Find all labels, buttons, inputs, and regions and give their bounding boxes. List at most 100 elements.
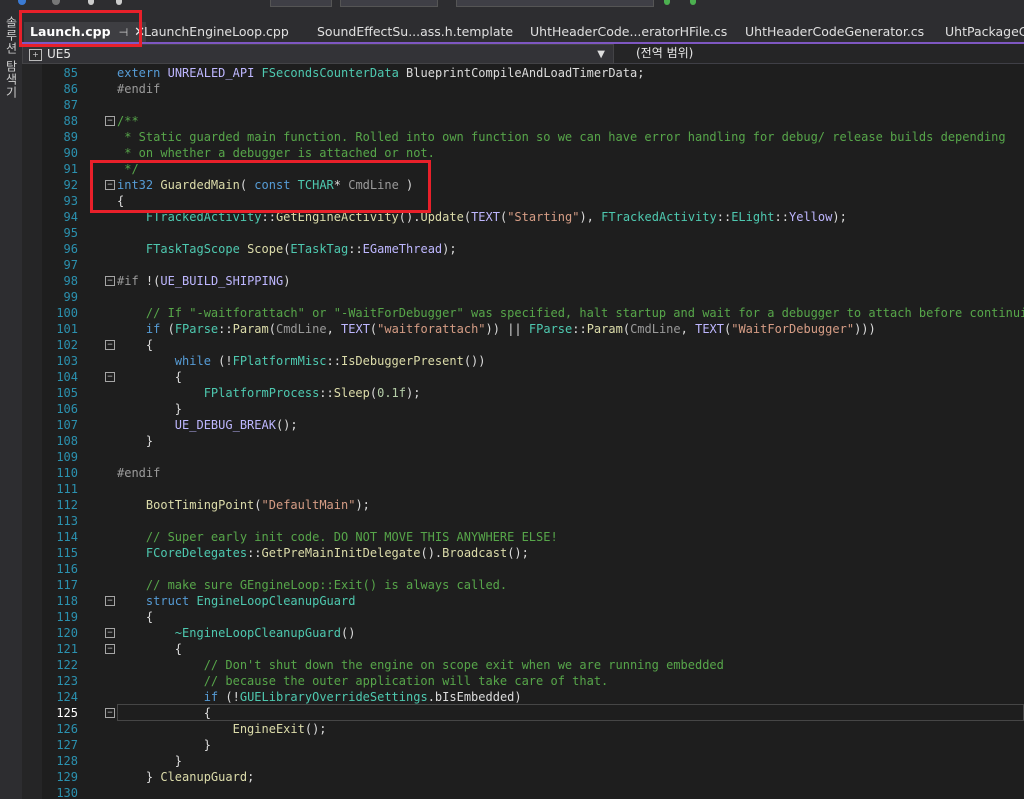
line-code: // Super early init code. DO NOT MOVE TH…	[117, 530, 558, 544]
tab-launchengineloop-cpp[interactable]: LaunchEngineLoop.cpp	[138, 22, 304, 42]
line-number: 124	[56, 690, 78, 704]
back-icon[interactable]	[18, 0, 26, 5]
line-code: FTaskTagScope Scope(ETaskTag::EGameThrea…	[145, 242, 457, 256]
line-number: 107	[56, 418, 78, 432]
code-line[interactable]: 101 if (FParse::Param(CmdLine, TEXT("wai…	[22, 321, 1024, 337]
code-line[interactable]: 97	[22, 257, 1024, 273]
collapse-icon[interactable]: −	[105, 596, 115, 606]
code-line[interactable]: 120 − ~EngineLoopCleanupGuard()	[22, 625, 1024, 641]
collapse-icon[interactable]: −	[105, 116, 115, 126]
line-code: } CleanupGuard;	[117, 770, 255, 784]
tab-label: UhtHeaderCode...eratorHFile.cs	[530, 24, 728, 39]
tab-uhtheadercode-hfile[interactable]: UhtHeaderCode...eratorHFile.cs	[524, 22, 735, 42]
forward-icon[interactable]	[52, 0, 60, 5]
solution-explorer-side-tab[interactable]: 솔루션 탐색기	[0, 8, 23, 799]
code-line[interactable]: 104 − {	[22, 369, 1024, 385]
collapse-icon[interactable]: −	[105, 340, 115, 350]
code-line[interactable]: 112 BootTimingPoint("DefaultMain");	[22, 497, 1024, 513]
line-number: 120	[56, 626, 78, 640]
line-number: 99	[63, 290, 78, 304]
line-code: {	[117, 642, 183, 656]
code-line[interactable]: 99	[22, 289, 1024, 305]
code-line[interactable]: 122 // Don't shut down the engine on sco…	[22, 657, 1024, 673]
code-line[interactable]: 100 // If "-waitforattach" or "-WaitForD…	[22, 305, 1024, 321]
line-code: BootTimingPoint("DefaultMain");	[145, 498, 370, 512]
line-number: 93	[63, 194, 78, 208]
code-line[interactable]: 121 − {	[22, 641, 1024, 657]
collapse-icon[interactable]: −	[105, 276, 115, 286]
code-line[interactable]: 127 }	[22, 737, 1024, 753]
line-number: 128	[56, 754, 78, 768]
tab-soundeffect-template[interactable]: SoundEffectSu...ass.h.template	[311, 22, 522, 42]
tab-uhtheadercodegenerator[interactable]: UhtHeaderCodeGenerator.cs	[739, 22, 935, 42]
line-number: 121	[56, 642, 78, 656]
document-tab-bar: Launch.cpp ⊣ ✕ LaunchEngineLoop.cpp SoundE…	[22, 8, 1024, 44]
line-number: 114	[56, 530, 78, 544]
collapse-icon[interactable]: −	[105, 372, 115, 382]
code-line[interactable]: 113	[22, 513, 1024, 529]
code-line[interactable]: 129 } CleanupGuard;	[22, 769, 1024, 785]
toolbar	[0, 0, 1024, 8]
line-number: 88	[63, 114, 78, 128]
scope-dropdown[interactable]: (전역 범위)	[622, 44, 1024, 62]
code-line[interactable]: 130	[22, 785, 1024, 799]
code-line[interactable]: 88 −/**	[22, 113, 1024, 129]
code-line[interactable]: 87	[22, 97, 1024, 113]
line-number: 105	[56, 386, 78, 400]
code-line[interactable]: 85 extern UNREALED_API FSecondsCounterDat…	[22, 65, 1024, 81]
code-line[interactable]: 119 {	[22, 609, 1024, 625]
solution-config-dropdown[interactable]	[270, 0, 332, 7]
code-line[interactable]: 123 // because the outer application wil…	[22, 673, 1024, 689]
solution-platform-dropdown[interactable]	[340, 0, 438, 7]
code-line[interactable]: 124 if (!GUELibraryOverrideSettings.bIsE…	[22, 689, 1024, 705]
code-line[interactable]: 95	[22, 225, 1024, 241]
save-icon[interactable]	[88, 0, 94, 5]
line-number: 89	[63, 130, 78, 144]
code-line[interactable]: 110 #endif	[22, 465, 1024, 481]
collapse-icon[interactable]: −	[105, 628, 115, 638]
code-line[interactable]: 118 − struct EngineLoopCleanupGuard	[22, 593, 1024, 609]
code-line[interactable]: 126 EngineExit();	[22, 721, 1024, 737]
line-number: 87	[63, 98, 78, 112]
undo-icon[interactable]	[116, 0, 122, 5]
line-number: 91	[63, 162, 78, 176]
tab-label: UhtPackageCo	[945, 24, 1024, 39]
startup-project-dropdown[interactable]	[456, 0, 654, 7]
code-line[interactable]: 111	[22, 481, 1024, 497]
start-debug-icon[interactable]	[664, 0, 670, 5]
line-code: if (!GUELibraryOverrideSettings.bIsEmbed…	[203, 690, 522, 704]
tab-uhtpackagecode[interactable]: UhtPackageCo	[939, 22, 1024, 42]
line-code: }	[117, 402, 183, 416]
code-line[interactable]: 90 * on whether a debugger is attached o…	[22, 145, 1024, 161]
start-without-debug-icon[interactable]	[690, 0, 696, 5]
code-line[interactable]: 115 FCoreDelegates::GetPreMainInitDelega…	[22, 545, 1024, 561]
code-line[interactable]: 108 }	[22, 433, 1024, 449]
line-code: UE_DEBUG_BREAK();	[174, 418, 298, 432]
code-line[interactable]: 117 // make sure GEngineLoop::Exit() is …	[22, 577, 1024, 593]
code-line[interactable]: 106 }	[22, 401, 1024, 417]
project-dropdown[interactable]: + UE5 ▼	[22, 44, 614, 64]
scope-label: (전역 범위)	[636, 46, 694, 60]
code-line[interactable]: 103 while (!FPlatformMisc::IsDebuggerPre…	[22, 353, 1024, 369]
code-line[interactable]: 128 }	[22, 753, 1024, 769]
collapse-icon[interactable]: −	[105, 644, 115, 654]
line-number: 115	[56, 546, 78, 560]
collapse-icon[interactable]: −	[105, 708, 115, 718]
line-code: }	[117, 754, 183, 768]
code-line[interactable]: 116	[22, 561, 1024, 577]
code-line[interactable]: 105 FPlatformProcess::Sleep(0.1f);	[22, 385, 1024, 401]
code-line[interactable]: 96 FTaskTagScope Scope(ETaskTag::EGameTh…	[22, 241, 1024, 257]
code-line[interactable]: 102 − {	[22, 337, 1024, 353]
line-number: 123	[56, 674, 78, 688]
code-line[interactable]: 107 UE_DEBUG_BREAK();	[22, 417, 1024, 433]
line-code: // because the outer application will ta…	[117, 674, 609, 688]
code-line[interactable]: 98 − #if !(UE_BUILD_SHIPPING)	[22, 273, 1024, 289]
tab-label: SoundEffectSu...ass.h.template	[317, 24, 514, 39]
chevron-down-icon: ▼	[597, 49, 605, 60]
code-line[interactable]: 89 * Static guarded main function. Rolle…	[22, 129, 1024, 145]
line-number: 108	[56, 434, 78, 448]
code-line[interactable]: 109	[22, 449, 1024, 465]
line-code: #if !(UE_BUILD_SHIPPING)	[117, 274, 291, 288]
code-line[interactable]: 114 // Super early init code. DO NOT MOV…	[22, 529, 1024, 545]
code-line[interactable]: 86 #endif	[22, 81, 1024, 97]
